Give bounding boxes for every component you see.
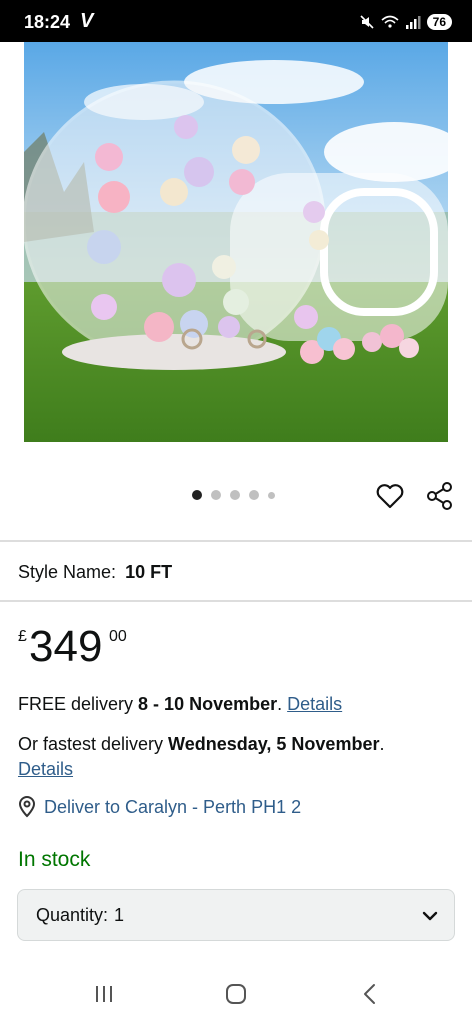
- deliver-to-text: Deliver to Caralyn - Perth PH1 2: [44, 796, 302, 817]
- status-time: 18:24: [24, 12, 71, 32]
- fastest-delivery-prefix: Or fastest delivery: [18, 734, 169, 754]
- free-delivery-line: FREE delivery 8 - 10 November. Details: [18, 694, 342, 715]
- stock-status: In stock: [18, 848, 91, 871]
- image-dot-5[interactable]: [268, 491, 275, 499]
- recents-icon[interactable]: [94, 984, 114, 1004]
- carrier-mark: V: [80, 10, 94, 32]
- price-currency: £: [18, 628, 27, 645]
- heart-icon: [376, 484, 404, 509]
- chevron-down-icon: [422, 911, 438, 921]
- product-image[interactable]: [24, 42, 448, 442]
- status-bar: 18:24 V 76: [0, 0, 472, 42]
- divider: [0, 600, 472, 602]
- status-icons: 76: [359, 14, 452, 30]
- image-dot-4[interactable]: [249, 490, 259, 500]
- image-pagination[interactable]: [192, 490, 275, 500]
- back-icon[interactable]: [360, 983, 380, 1005]
- product-photo-icon: [24, 42, 448, 442]
- share-button[interactable]: [424, 480, 456, 512]
- price-fraction: 00: [109, 628, 127, 645]
- location-pin-icon: [18, 796, 36, 818]
- fastest-delivery-date: Wednesday, 5 November: [168, 734, 380, 754]
- wishlist-button[interactable]: [374, 480, 406, 512]
- fastest-delivery-details-link[interactable]: Details: [18, 759, 73, 779]
- fastest-delivery-line: Or fastest delivery Wednesday, 5 Novembe…: [18, 734, 384, 755]
- quantity-dropdown[interactable]: Quantity: 1: [17, 889, 455, 941]
- free-delivery-details-link[interactable]: Details: [287, 694, 342, 714]
- quantity-value: 1: [114, 904, 125, 925]
- battery-indicator: 76: [426, 14, 452, 30]
- fastest-delivery-details-row: Details: [18, 759, 73, 780]
- image-dot-2[interactable]: [211, 490, 221, 500]
- free-delivery-suffix: .: [277, 694, 288, 714]
- fastest-delivery-suffix: .: [379, 734, 385, 754]
- quantity-label: Quantity:: [36, 904, 109, 925]
- mute-icon: [360, 15, 374, 29]
- signal-icon: [405, 16, 421, 29]
- navigation-bar: [0, 964, 472, 1024]
- price-whole: 349: [29, 622, 103, 671]
- style-name-value: 10 FT: [125, 562, 173, 582]
- wifi-icon: [381, 15, 399, 28]
- image-dot-1[interactable]: [192, 490, 202, 500]
- divider: [0, 540, 472, 542]
- free-delivery-dates: 8 - 10 November: [138, 694, 278, 714]
- share-icon: [427, 482, 452, 510]
- deliver-to-link[interactable]: Deliver to Caralyn - Perth PH1 2: [18, 796, 301, 818]
- style-name-row[interactable]: Style Name: 10 FT: [18, 562, 172, 583]
- home-icon[interactable]: [225, 983, 247, 1005]
- free-delivery-prefix: FREE delivery: [18, 694, 139, 714]
- style-name-label: Style Name:: [18, 562, 117, 582]
- image-dot-3[interactable]: [230, 490, 240, 500]
